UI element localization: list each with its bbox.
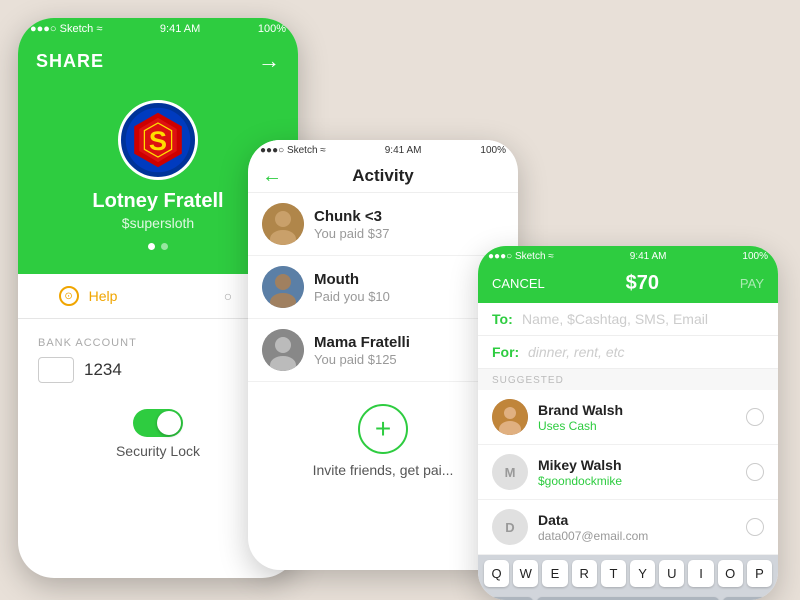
status-battery-2: 100%: [480, 145, 506, 156]
profile-name: Lotney Fratell: [92, 190, 223, 213]
key-p[interactable]: P: [747, 560, 772, 587]
invite-text: Invite friends, get pai...: [313, 462, 454, 478]
keyboard-row-spacer: I The I'm: [478, 592, 778, 600]
invite-plus-button[interactable]: +: [358, 404, 408, 454]
suggestion-sub: Uses Cash: [538, 419, 736, 433]
suggestion-sub-data: data007@email.com: [538, 529, 736, 543]
suggestion-radio-brand[interactable]: [746, 408, 764, 426]
keyboard: Q W E R T Y U I O P I The I'm: [478, 555, 778, 600]
avatar-data: D: [492, 509, 528, 545]
bank-card-icon: [38, 357, 74, 383]
suggestion-info-brand: Brand Walsh Uses Cash: [538, 402, 736, 433]
back-arrow-icon[interactable]: ←: [262, 165, 282, 188]
key-r[interactable]: R: [572, 560, 597, 587]
to-input[interactable]: Name, $Cashtag, SMS, Email: [522, 311, 708, 327]
plus-icon: +: [375, 413, 391, 445]
security-toggle[interactable]: [133, 409, 183, 437]
payment-amount: $70: [626, 272, 659, 295]
activity-item-chunk[interactable]: Chunk <3 You paid $37: [248, 193, 518, 256]
suggestion-name-data: Data: [538, 512, 736, 528]
status-time: 9:41 AM: [160, 23, 200, 35]
suggestion-info-mikey: Mikey Walsh $goondockmike: [538, 457, 736, 488]
status-battery-3: 100%: [742, 251, 768, 262]
toggle-track[interactable]: [133, 409, 183, 437]
status-battery: 100%: [258, 23, 286, 35]
bank-number: 1234: [84, 360, 122, 380]
key-i[interactable]: I: [688, 560, 713, 587]
status-dots-3: ●●●○ Sketch ≈: [488, 251, 554, 262]
activity-info-chunk: Chunk <3 You paid $37: [314, 208, 504, 241]
page-indicator: [148, 243, 168, 250]
status-dots-2: ●●●○ Sketch ≈: [260, 145, 326, 156]
activity-name: Chunk <3: [314, 208, 504, 225]
avatar-brand-walsh: [492, 399, 528, 435]
keyboard-row-1: Q W E R T Y U I O P: [478, 555, 778, 592]
suggestion-radio-mikey[interactable]: [746, 463, 764, 481]
to-label: To:: [492, 311, 516, 327]
tab-help-label: Help: [89, 288, 118, 304]
key-u[interactable]: U: [659, 560, 684, 587]
phone-screen-3: ●●●○ Sketch ≈ 9:41 AM 100% CANCEL $70 PA…: [478, 246, 778, 600]
status-bar-1: ●●●○ Sketch ≈ 9:41 AM 100%: [18, 18, 298, 40]
suggestion-data[interactable]: D Data data007@email.com: [478, 500, 778, 555]
suggestion-mikey-walsh[interactable]: M Mikey Walsh $goondockmike: [478, 445, 778, 500]
status-bar-3: ●●●○ Sketch ≈ 9:41 AM 100%: [478, 246, 778, 266]
avatar-chunk: [262, 203, 304, 245]
toggle-knob: [157, 411, 181, 435]
svg-text:S: S: [149, 125, 167, 156]
suggestion-name: Brand Walsh: [538, 402, 736, 418]
activity-info-mama: Mama Fratelli You paid $125: [314, 334, 504, 367]
suggestion-info-data: Data data007@email.com: [538, 512, 736, 543]
activity-name-mama: Mama Fratelli: [314, 334, 504, 351]
tab-help[interactable]: ⊙ Help: [18, 274, 158, 318]
avatar-mouth: [262, 266, 304, 308]
activity-name-mouth: Mouth: [314, 271, 504, 288]
suggestion-sub-mikey: $goondockmike: [538, 474, 736, 488]
status-dots: ●●●○ Sketch ≈: [30, 23, 102, 35]
profile-handle: $supersloth: [122, 215, 194, 231]
share-label: SHARE: [36, 51, 104, 72]
avatar-mama: [262, 329, 304, 371]
status-time-3: 9:41 AM: [630, 251, 667, 262]
activity-nav: ← Activity: [248, 160, 518, 193]
bank-row: 1234: [38, 357, 278, 383]
to-row: To: Name, $Cashtag, SMS, Email: [478, 303, 778, 336]
for-row: For: dinner, rent, etc: [478, 336, 778, 369]
activity-title: Activity: [352, 166, 413, 186]
status-time-2: 9:41 AM: [385, 145, 422, 156]
activity-desc: You paid $37: [314, 226, 504, 241]
payment-header: CANCEL $70 PAY: [478, 266, 778, 303]
key-o[interactable]: O: [718, 560, 743, 587]
avatar-mikey-walsh: M: [492, 454, 528, 490]
avatar: S: [118, 100, 198, 180]
suggestion-brand-walsh[interactable]: Brand Walsh Uses Cash: [478, 390, 778, 445]
tab-other-icon: ○: [224, 288, 232, 304]
for-input[interactable]: dinner, rent, etc: [528, 344, 625, 360]
suggested-label: SUGGESTED: [478, 369, 778, 390]
activity-info-mouth: Mouth Paid you $10: [314, 271, 504, 304]
key-e[interactable]: E: [542, 560, 567, 587]
activity-desc-mouth: Paid you $10: [314, 289, 504, 304]
key-w[interactable]: W: [513, 560, 538, 587]
activity-desc-mama: You paid $125: [314, 352, 504, 367]
key-y[interactable]: Y: [630, 560, 655, 587]
bank-section-label: BANK ACCOUNT: [38, 337, 278, 349]
pay-button[interactable]: PAY: [740, 276, 764, 291]
status-bar-2: ●●●○ Sketch ≈ 9:41 AM 100%: [248, 140, 518, 160]
security-lock-label: Security Lock: [116, 443, 200, 459]
key-q[interactable]: Q: [484, 560, 509, 587]
cancel-button[interactable]: CANCEL: [492, 276, 545, 291]
suggestion-name-mikey: Mikey Walsh: [538, 457, 736, 473]
for-label: For:: [492, 344, 522, 360]
phone1-header: SHARE →: [18, 40, 298, 82]
suggestion-radio-data[interactable]: [746, 518, 764, 536]
key-t[interactable]: T: [601, 560, 626, 587]
help-circle-icon: ⊙: [59, 286, 79, 306]
forward-arrow-icon[interactable]: →: [258, 48, 280, 74]
